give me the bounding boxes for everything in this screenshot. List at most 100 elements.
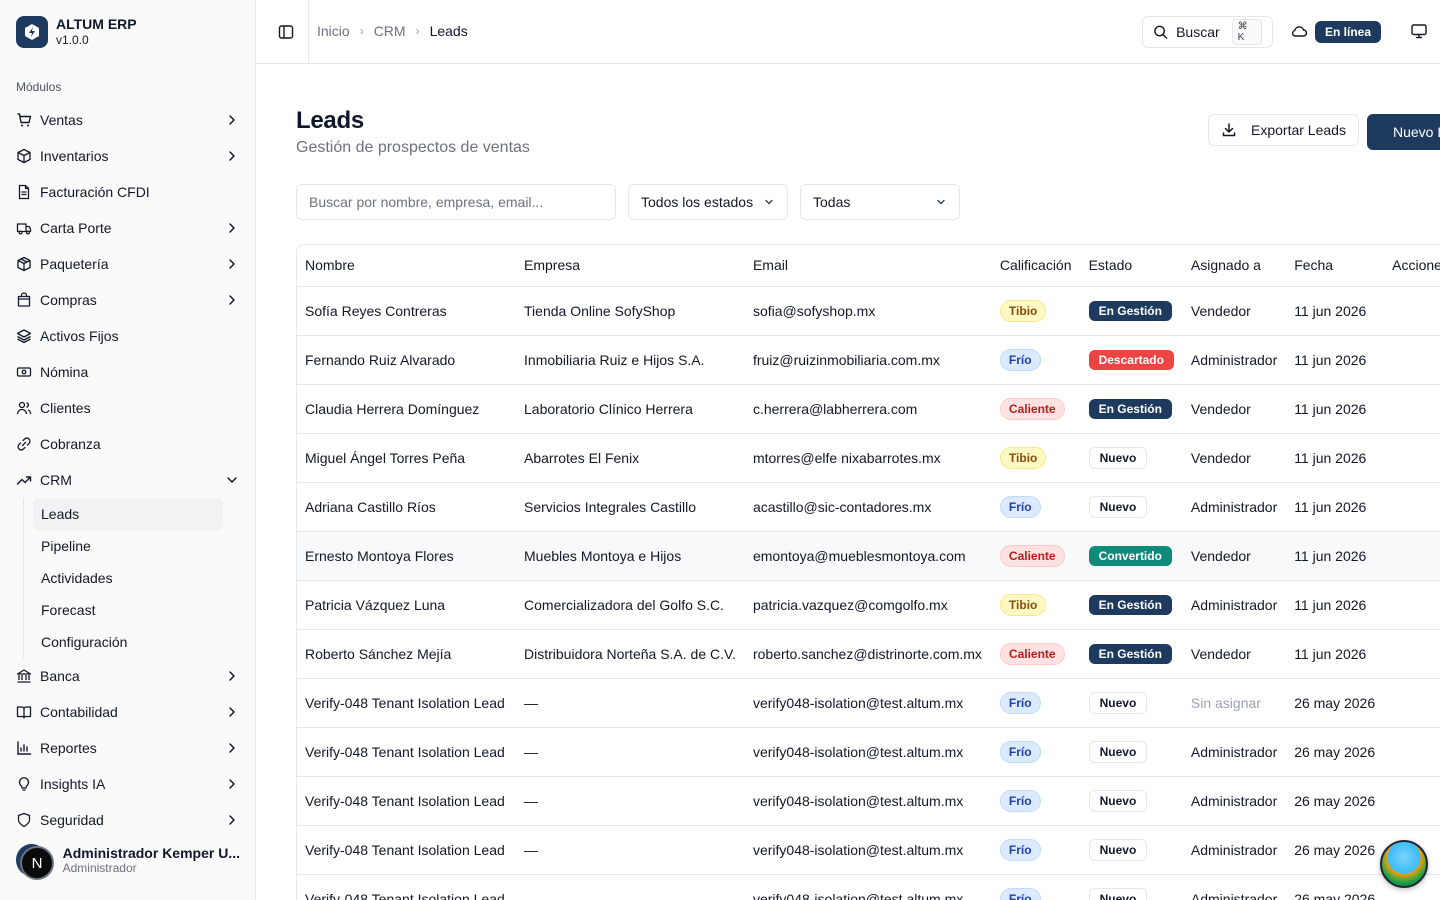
sidebar-item-label: Carta Porte	[40, 220, 112, 236]
lead-actions[interactable]	[1384, 433, 1440, 483]
table-row[interactable]: Fernando Ruiz Alvarado Inmobiliaria Ruiz …	[297, 335, 1440, 385]
lead-name[interactable]: Sofía Reyes Contreras	[297, 286, 517, 336]
rating-filter-select[interactable]: Todas	[800, 184, 960, 220]
crm-subitem-leads[interactable]: Leads	[33, 498, 223, 530]
lead-name[interactable]: Verify-048 Tenant Isolation Lead	[297, 776, 517, 826]
monitor-icon[interactable]	[1410, 22, 1428, 45]
lead-email: sofia@sofyshop.mx	[744, 286, 992, 336]
lead-name[interactable]: Miguel Ángel Torres Peña	[297, 433, 517, 483]
crm-subitem-forecast[interactable]: Forecast	[33, 594, 223, 626]
lead-actions[interactable]	[1384, 678, 1440, 728]
lead-name[interactable]: Verify-048 Tenant Isolation Lead	[297, 678, 517, 728]
sidebar-item-activos-fijos[interactable]: Activos Fijos	[8, 318, 248, 354]
sidebar-item-reportes[interactable]: Reportes	[8, 730, 248, 766]
sidebar-item-compras[interactable]: Compras	[8, 282, 248, 318]
lead-status-cell: Descartado	[1080, 335, 1183, 385]
lead-rating-cell: Frío	[991, 727, 1081, 777]
table-row[interactable]: Verify-048 Tenant Isolation Lead — verify0…	[297, 727, 1440, 777]
table-row[interactable]: Patricia Vázquez Luna Comercializadora de…	[297, 580, 1440, 630]
lead-name[interactable]: Claudia Herrera Domínguez	[297, 384, 517, 434]
lead-actions[interactable]	[1384, 384, 1440, 434]
lead-rating-cell: Frío	[991, 874, 1081, 900]
sidebar-item-insights-ia[interactable]: Insights IA	[8, 766, 248, 802]
lead-email: patricia.vazquez@comgolfo.mx	[744, 580, 992, 630]
lead-name[interactable]: Verify-048 Tenant Isolation Lead	[297, 727, 517, 777]
new-lead-button[interactable]: Nuevo Lead	[1367, 114, 1440, 150]
col-header-calificacion[interactable]: Calificación	[991, 245, 1081, 287]
search-icon	[1154, 25, 1168, 39]
lead-search-input[interactable]	[296, 184, 616, 220]
col-header-empresa[interactable]: Empresa	[516, 245, 745, 287]
lead-name[interactable]: Roberto Sánchez Mejía	[297, 629, 517, 679]
lead-name[interactable]: Verify-048 Tenant Isolation Lead	[297, 825, 517, 875]
col-header-nombre[interactable]: Nombre	[297, 245, 517, 287]
breadcrumb-inicio[interactable]: Inicio	[317, 23, 350, 39]
lead-actions[interactable]	[1384, 629, 1440, 679]
status-filter-select[interactable]: Todos los estados	[628, 184, 788, 220]
col-header-email[interactable]: Email	[744, 245, 992, 287]
lead-name[interactable]: Verify-048 Tenant Isolation Lead	[297, 874, 517, 900]
crm-subitem-pipeline[interactable]: Pipeline	[33, 530, 223, 562]
sidebar-item-label: Activos Fijos	[40, 328, 119, 344]
sidebar-item-contabilidad[interactable]: Contabilidad	[8, 694, 248, 730]
sidebar-item-seguridad[interactable]: Seguridad	[8, 802, 248, 838]
export-leads-button[interactable]: Exportar Leads	[1208, 114, 1359, 146]
sidebar-item-inventarios[interactable]: Inventarios	[8, 138, 248, 174]
sidebar-item-crm[interactable]: CRM	[8, 462, 248, 498]
breadcrumb-crm[interactable]: CRM	[374, 23, 406, 39]
export-leads-label: Exportar Leads	[1251, 122, 1346, 138]
lead-actions[interactable]	[1384, 727, 1440, 777]
brand[interactable]: ALTUM ERP v1.0.0	[16, 16, 137, 48]
status-badge: Nuevo	[1088, 740, 1148, 763]
lead-assigned: Administrador	[1182, 727, 1287, 777]
lead-actions[interactable]	[1384, 531, 1440, 581]
col-header-estado[interactable]: Estado	[1080, 245, 1183, 287]
bar-chart-icon	[16, 740, 32, 756]
sidebar-item-cobranza[interactable]: Cobranza	[8, 426, 248, 462]
sidebar-item-nomina[interactable]: Nómina	[8, 354, 248, 390]
top-header: Inicio › CRM › Leads Buscar ⌘ K En línea	[256, 0, 1440, 64]
sidebar-item-paqueteria[interactable]: Paquetería	[8, 246, 248, 282]
lead-actions[interactable]	[1384, 776, 1440, 826]
crm-subitem-configuracion[interactable]: Configuración	[33, 626, 223, 658]
rating-badge: Tibio	[999, 593, 1047, 616]
col-header-acciones: Acciones	[1384, 245, 1440, 287]
lead-actions[interactable]	[1384, 286, 1440, 336]
sidebar-item-clientes[interactable]: Clientes	[8, 390, 248, 426]
table-row[interactable]: Sofía Reyes Contreras Tienda Online SofyS…	[297, 286, 1440, 336]
table-row[interactable]: Verify-048 Tenant Isolation Lead — verify0…	[297, 874, 1440, 900]
table-row[interactable]: Claudia Herrera Domínguez Laboratorio Clí…	[297, 384, 1440, 434]
lead-name[interactable]: Ernesto Montoya Flores	[297, 531, 517, 581]
crm-subitem-actividades[interactable]: Actividades	[33, 562, 223, 594]
global-search-button[interactable]: Buscar ⌘ K	[1142, 16, 1273, 48]
lead-rating-cell: Tibio	[991, 286, 1081, 336]
assistant-avatar-button[interactable]	[1380, 840, 1428, 888]
lead-rating-cell: Frío	[991, 776, 1081, 826]
lead-assigned: Administrador	[1182, 776, 1287, 826]
lead-name[interactable]: Adriana Castillo Ríos	[297, 482, 517, 532]
sidebar-toggle-button[interactable]	[276, 22, 296, 42]
table-row[interactable]: Adriana Castillo Ríos Servicios Integrale…	[297, 482, 1440, 532]
table-row[interactable]: Ernesto Montoya Flores Muebles Montoya e …	[297, 531, 1440, 581]
status-badge: Nuevo	[1088, 887, 1148, 900]
table-row[interactable]: Verify-048 Tenant Isolation Lead — verify0…	[297, 825, 1440, 875]
sidebar-item-label: Inventarios	[40, 148, 109, 164]
sidebar-item-banca[interactable]: Banca	[8, 658, 248, 694]
col-header-asignado[interactable]: Asignado a	[1182, 245, 1287, 287]
lead-actions[interactable]	[1384, 482, 1440, 532]
lead-actions[interactable]	[1384, 580, 1440, 630]
table-row[interactable]: Verify-048 Tenant Isolation Lead — verify0…	[297, 776, 1440, 826]
sidebar-item-facturacion-cfdi[interactable]: Facturación CFDI	[8, 174, 248, 210]
lead-company: Distribuidora Norteña S.A. de C.V.	[516, 629, 745, 679]
lead-actions[interactable]	[1384, 335, 1440, 385]
sidebar-item-ventas[interactable]: Ventas	[8, 102, 248, 138]
lead-name[interactable]: Patricia Vázquez Luna	[297, 580, 517, 630]
user-profile[interactable]: N Administrador Kemper U... Administrado…	[16, 844, 240, 880]
table-row[interactable]: Verify-048 Tenant Isolation Lead — verify0…	[297, 678, 1440, 728]
sidebar-nav: Ventas Inventarios Facturación CFDI Carta P…	[8, 102, 248, 838]
col-header-fecha[interactable]: Fecha	[1286, 245, 1385, 287]
table-row[interactable]: Roberto Sánchez Mejía Distribuidora Norte…	[297, 629, 1440, 679]
sidebar-item-carta-porte[interactable]: Carta Porte	[8, 210, 248, 246]
lead-name[interactable]: Fernando Ruiz Alvarado	[297, 335, 517, 385]
table-row[interactable]: Miguel Ángel Torres Peña Abarrotes El Fen…	[297, 433, 1440, 483]
